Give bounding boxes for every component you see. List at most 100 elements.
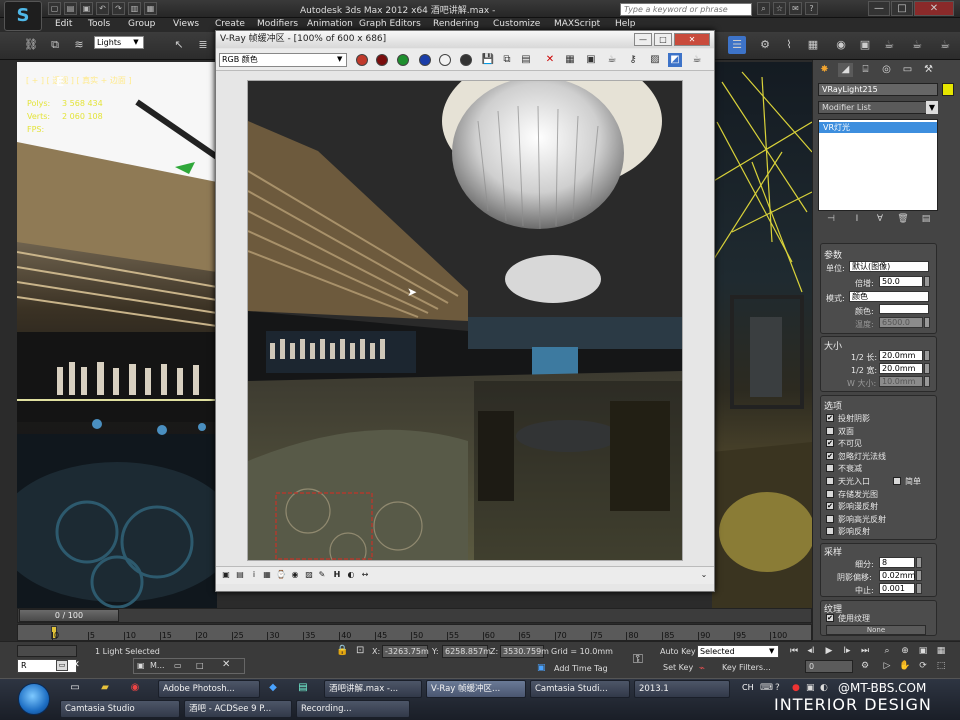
taskbar-item-folder[interactable]: 2013.1 <box>634 680 730 698</box>
render-channel-dropdown[interactable]: RGB 颜色 <box>219 53 347 67</box>
load-image-icon[interactable]: ▤ <box>519 53 533 67</box>
redo-icon[interactable]: ↷ <box>112 2 125 15</box>
red-channel-icon[interactable] <box>376 54 388 66</box>
subscription-icon[interactable]: ☆ <box>773 2 786 15</box>
binoculars-icon[interactable]: ⌕ <box>757 2 770 15</box>
window-maximize-icon[interactable]: □ <box>196 661 204 670</box>
w-size-spinner[interactable] <box>924 376 930 387</box>
half-width-spinner[interactable] <box>924 363 930 374</box>
app-menu-button[interactable]: S <box>4 1 42 31</box>
rollout-title-sampling[interactable]: 采样 <box>824 545 842 558</box>
make-unique-icon[interactable]: ∀ <box>873 214 887 226</box>
vfb-maximize-button[interactable]: □ <box>654 33 672 46</box>
texture-map-button[interactable]: None <box>826 625 926 635</box>
chevron-down-icon[interactable]: ▼ <box>926 101 938 114</box>
close-button[interactable]: ✕ <box>914 1 954 16</box>
menu-graph-editors[interactable]: Graph Editors <box>359 19 421 29</box>
motion-tab-icon[interactable]: ◎ <box>879 63 894 77</box>
time-tag-icon[interactable]: ▣ <box>537 663 546 673</box>
menu-animation[interactable]: Animation <box>307 19 353 29</box>
x-coordinate-field[interactable]: -3263.75m <box>382 645 429 658</box>
bind-spacewarp-icon[interactable]: ≋ <box>70 36 88 54</box>
menu-help[interactable]: Help <box>615 19 636 29</box>
select-object-icon[interactable]: ↖ <box>170 36 188 54</box>
history-icon[interactable]: ⌚ <box>276 569 286 581</box>
taskbar-item-camtasia[interactable]: Camtasia Studi... <box>530 680 630 698</box>
render-setup-icon[interactable]: ⚙ <box>756 36 774 54</box>
menu-create[interactable]: Create <box>215 19 245 29</box>
go-to-end-icon[interactable]: ⏭ <box>858 645 872 657</box>
use-texture-checkbox[interactable]: ✔ <box>826 614 834 622</box>
field-of-view-icon[interactable]: ▷ <box>880 660 894 672</box>
multiplier-spinner[interactable] <box>924 276 930 287</box>
volume-tray-icon[interactable]: ◐ <box>820 683 828 693</box>
subdivs-field[interactable]: 8 <box>879 557 915 568</box>
window-restore-icon[interactable]: ▭ <box>174 661 182 670</box>
set-key-button[interactable]: Set Key <box>663 663 693 672</box>
record-tray-icon[interactable]: ● <box>792 683 800 693</box>
viewport-label[interactable]: [ + ] [ 透视 ] [ 真实 + 边面 ] <box>26 75 132 86</box>
remove-modifier-icon[interactable]: 🗑 <box>896 214 910 226</box>
select-link-icon[interactable]: ⛓ <box>22 36 40 54</box>
explorer-icon[interactable]: ▰ <box>98 681 112 695</box>
help-icon[interactable]: ? <box>805 2 818 15</box>
option-checkbox[interactable] <box>826 489 834 498</box>
layer-manager-icon[interactable]: ☰ <box>728 36 746 54</box>
temperature-field[interactable]: 6500.0 <box>879 317 923 328</box>
vfb-close-button[interactable]: ✕ <box>674 33 710 46</box>
shadow-bias-field[interactable]: 0.02mm <box>879 570 915 581</box>
taskbar-item-3dsmax[interactable]: 酒吧讲解.max -... <box>324 680 422 698</box>
alpha-channel-icon[interactable] <box>439 54 451 66</box>
track-mouse-icon[interactable]: ▦ <box>563 53 577 67</box>
maximize-button[interactable]: □ <box>891 1 913 16</box>
quicklaunch-icon-2[interactable]: ▤ <box>296 681 310 695</box>
configure-sets-icon[interactable]: ▤ <box>919 214 933 226</box>
unlink-icon[interactable]: ⧉ <box>46 36 64 54</box>
fetch-icon[interactable]: ▦ <box>144 2 157 15</box>
mono-channel-icon[interactable] <box>460 54 472 66</box>
option-checkbox[interactable] <box>826 464 834 473</box>
render-activeshade-icon[interactable]: ☕ <box>936 36 954 54</box>
display-tab-icon[interactable]: ▭ <box>900 63 915 77</box>
hierarchy-tab-icon[interactable]: ⌸ <box>858 63 873 77</box>
subdivs-spinner[interactable] <box>916 557 922 568</box>
utilities-tab-icon[interactable]: ⚒ <box>921 63 936 77</box>
communication-icon[interactable]: ✉ <box>789 2 802 15</box>
key-filters-button[interactable]: Key Filters... <box>722 663 771 672</box>
save-image-icon[interactable]: 💾 <box>481 53 495 67</box>
option-checkbox[interactable] <box>826 527 834 536</box>
red-channel-icon[interactable] <box>356 54 368 66</box>
object-name-field[interactable]: VRayLight215 <box>818 83 938 96</box>
menu-tools[interactable]: Tools <box>88 19 110 29</box>
previous-frame-icon[interactable]: ◂Ⅰ <box>804 645 818 657</box>
lut-icon[interactable]: ◐ <box>346 569 356 581</box>
start-button[interactable] <box>18 683 50 715</box>
w-size-field[interactable]: 10.0mm <box>879 376 923 387</box>
region-render-icon[interactable]: ▣ <box>584 53 598 67</box>
z-coordinate-field[interactable]: 3530.759m <box>500 645 549 658</box>
ime-icon[interactable]: ⌨ <box>760 683 773 693</box>
browser-icon[interactable]: ◉ <box>128 681 142 695</box>
curve-editor-icon[interactable]: ⌇ <box>780 36 798 54</box>
compare-icon[interactable]: ↔ <box>360 569 370 581</box>
new-file-icon[interactable]: ▢ <box>48 2 61 15</box>
taskbar-item-camtasia-studio[interactable]: Camtasia Studio <box>60 700 180 718</box>
save-file-icon[interactable]: ▣ <box>80 2 93 15</box>
render-production-icon[interactable]: ☕ <box>880 36 898 54</box>
cutoff-field[interactable]: 0.001 <box>879 583 915 594</box>
simple-checkbox[interactable] <box>893 477 901 485</box>
rollout-title-size[interactable]: 大小 <box>824 339 842 352</box>
show-end-result-icon[interactable]: Ⅰ <box>850 214 864 226</box>
menu-maxscript[interactable]: MAXScript <box>554 19 600 29</box>
maxscript-mini-listener[interactable]: R <box>17 659 77 673</box>
modifier-list-dropdown[interactable]: Modifier List <box>818 101 938 114</box>
hold-icon[interactable]: ▥ <box>128 2 141 15</box>
minimize-button[interactable]: — <box>868 1 890 16</box>
absolute-mode-icon[interactable]: ⊡ <box>356 645 364 656</box>
option-checkbox[interactable] <box>826 514 834 523</box>
menu-modifiers[interactable]: Modifiers <box>257 19 298 29</box>
histogram-icon[interactable]: H <box>332 569 342 581</box>
chevron-down-icon[interactable]: ⌄ <box>699 569 709 581</box>
render-last-icon[interactable]: ☕ <box>605 53 619 67</box>
display-correction-icon[interactable]: ▣ <box>221 569 231 581</box>
